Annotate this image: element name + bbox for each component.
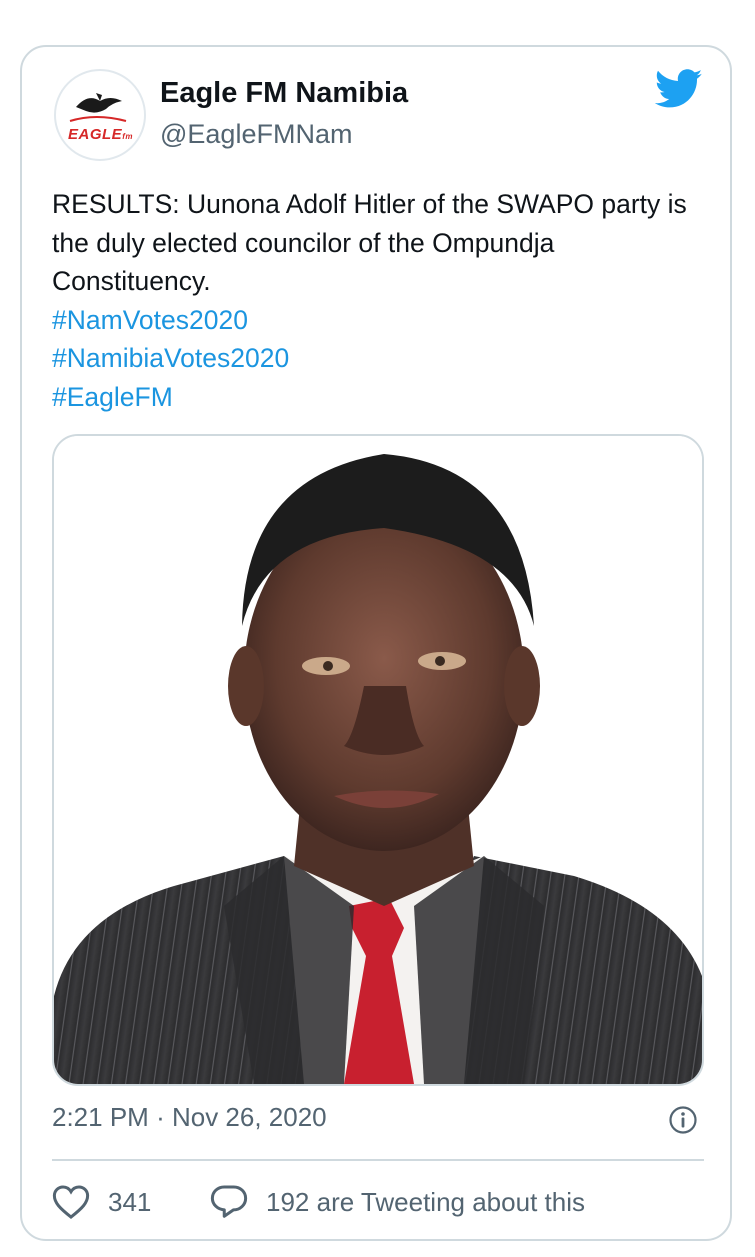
tweeting-count: 192 are Tweeting about this [266, 1186, 585, 1217]
portrait-photo [54, 436, 702, 1084]
like-count: 341 [108, 1186, 152, 1217]
account-handle[interactable]: @EagleFMNam [160, 119, 352, 150]
tweet-card[interactable]: EAGLEfm Eagle FM Namibia @EagleFMNam RES… [20, 45, 732, 1241]
tweet-time[interactable]: 2:21 PM [52, 1102, 149, 1132]
avatar-logo-text: EAGLEfm [68, 126, 133, 143]
divider [52, 1159, 704, 1161]
heart-icon [52, 1185, 90, 1219]
account-name[interactable]: Eagle FM Namibia [160, 77, 408, 110]
reply-button[interactable]: 192 are Tweeting about this [210, 1182, 585, 1222]
like-button[interactable]: 341 [52, 1182, 151, 1222]
hashtag-link[interactable]: #NamVotes2020 [52, 301, 702, 340]
eagle-logo-icon [69, 93, 127, 122]
timestamp[interactable]: 2:21 PM · Nov 26, 2020 [52, 1102, 327, 1133]
avatar[interactable]: EAGLEfm [54, 69, 146, 161]
tweet-body: RESULTS: Uunona Adolf Hitler of the SWAP… [52, 185, 702, 416]
tweet-date[interactable]: Nov 26, 2020 [172, 1102, 327, 1132]
speech-bubble-icon [210, 1185, 248, 1218]
hashtag-link[interactable]: #NamibiaVotes2020 [52, 339, 702, 378]
hashtag-link[interactable]: #EagleFM [52, 378, 702, 417]
tweet-text: RESULTS: Uunona Adolf Hitler of the SWAP… [52, 189, 687, 296]
tweet-photo[interactable] [52, 434, 704, 1086]
separator-dot: · [156, 1102, 165, 1132]
twitter-bird-icon[interactable] [654, 69, 704, 109]
info-icon[interactable] [668, 1105, 698, 1135]
